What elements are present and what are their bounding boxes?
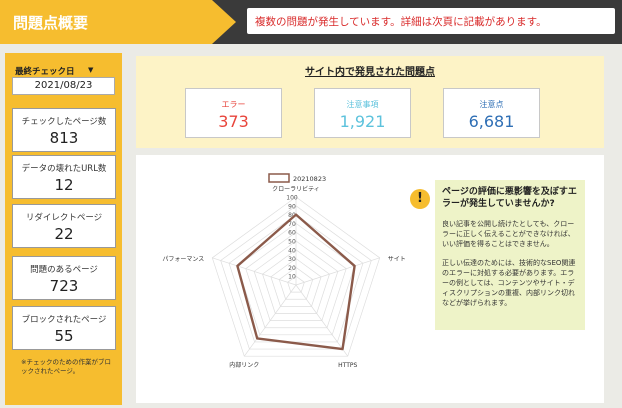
stat-label: 問題のあるページ — [30, 265, 98, 275]
warning-box: ページの評価に悪影響を及ぼすエラーが発生していませんか? 良い記事を公開し続けた… — [435, 180, 585, 330]
kpi-label: 注意事項 — [346, 100, 379, 109]
tick-label: 30 — [288, 256, 296, 263]
warning-icon: ! — [410, 189, 430, 209]
stat-value: 813 — [49, 129, 79, 147]
stat-card-checked-pages: チェックしたページ数 813 — [12, 108, 116, 152]
category-label: パフォーマンス — [162, 256, 204, 263]
warning-title: ページの評価に悪影響を及ぼすエラーが発生していませんか? — [442, 187, 577, 209]
alert-text: 複数の問題が発生しています。詳細は次頁に記載があります。 — [255, 16, 547, 28]
category-label: クローラリビティ — [272, 185, 320, 193]
stat-label: リダイレクトページ — [25, 213, 103, 223]
grid-spoke — [212, 257, 297, 286]
tick-label: 50 — [288, 239, 296, 246]
stat-card-broken-urls: データの壊れたURL数 12 — [12, 155, 116, 199]
page-title: 問題点概要 — [13, 14, 89, 32]
tick-label: 100 — [286, 195, 298, 202]
stat-value: 55 — [54, 327, 74, 345]
kpi-label: 注意点 — [479, 100, 504, 109]
blocked-pages-note: ※チェックのための作業がブロックされたページ。 — [21, 358, 111, 375]
alert-banner: 複数の問題が発生しています。詳細は次頁に記載があります。 — [247, 8, 615, 34]
stat-value: 723 — [49, 277, 79, 295]
kpi-card-notices: 注意事項 1,921 — [314, 88, 411, 138]
legend-swatch — [268, 173, 290, 183]
kpi-card-warnings: 注意点 6,681 — [443, 88, 540, 138]
stat-label: チェックしたページ数 — [21, 117, 107, 127]
warning-paragraph-2: 正しい伝達のためには、技術的なSEO関連のエラーに対処する必要があります。エラー… — [442, 259, 576, 307]
date-filter-label[interactable]: 最終チェック日 — [15, 65, 75, 77]
legend-label: 20210823 — [293, 175, 326, 183]
warning-paragraph-1: 良い記事を公開し続けたとしても、クローラーに正しく伝えることができなければ、いい… — [442, 220, 575, 248]
summary-title: サイト内で発見された問題点 — [305, 67, 435, 78]
radar-chart: 102030405060708090100クローラリビティサイトヘルスHTTPS… — [162, 173, 406, 369]
stat-card-blocked-pages: ブロックされたページ 55 — [12, 306, 116, 350]
dropdown-arrow-icon[interactable]: ▼ — [88, 66, 93, 74]
tick-label: 60 — [288, 230, 296, 237]
tick-label: 40 — [288, 247, 296, 254]
tick-label: 20 — [288, 265, 296, 272]
category-label: HTTPS — [338, 362, 357, 369]
category-label: サイトヘルス — [388, 256, 406, 263]
category-label: 内部リンク — [229, 361, 259, 369]
kpi-label: エラー — [221, 100, 246, 109]
date-filter-value[interactable]: 2021/08/23 — [12, 77, 115, 95]
kpi-card-errors: エラー 373 — [185, 88, 282, 138]
tick-label: 90 — [288, 203, 296, 210]
tick-label: 10 — [288, 274, 296, 281]
stat-value: 22 — [54, 225, 74, 243]
grid-spoke — [295, 257, 380, 286]
kpi-value: 6,681 — [468, 112, 515, 131]
stat-card-problem-pages: 問題のあるページ 723 — [12, 256, 116, 300]
stat-card-redirect-pages: リダイレクトページ 22 — [12, 204, 116, 248]
kpi-value: 1,921 — [339, 112, 386, 131]
stat-label: ブロックされたページ — [21, 315, 107, 325]
stat-value: 12 — [54, 176, 74, 194]
kpi-value: 373 — [218, 112, 249, 131]
stat-label: データの壊れたURL数 — [21, 164, 107, 174]
